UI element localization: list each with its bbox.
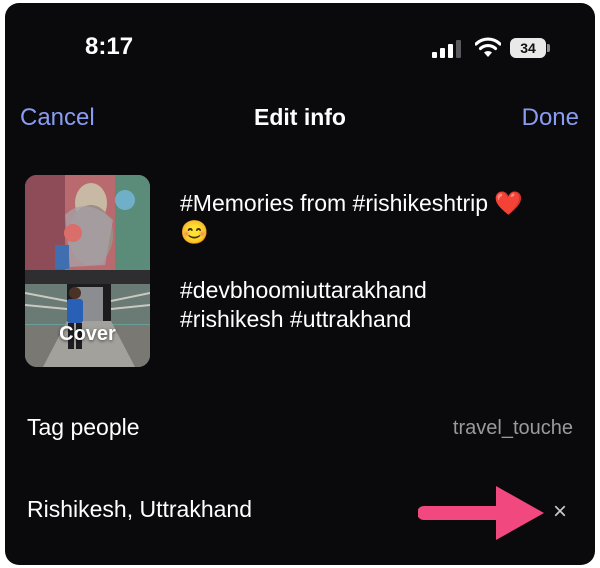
clear-location-icon[interactable]: × [553, 498, 567, 526]
battery-cap [547, 44, 550, 52]
caption-line-3: #rishikesh #uttrakhand [180, 306, 412, 332]
page-title: Edit info [254, 104, 346, 130]
battery-icon: 34 [510, 38, 546, 58]
phone-screen: 8:17 34 Cancel Edit info Done Cover #Mem… [5, 3, 595, 565]
cover-thumbnail[interactable]: Cover [25, 175, 150, 367]
wifi-icon [475, 37, 501, 57]
tag-people-value[interactable]: travel_touche [453, 417, 573, 440]
caption-line-1: #Memories from #rishikeshtrip ❤️ [180, 190, 524, 216]
screenshot-frame: 8:17 34 Cancel Edit info Done Cover #Mem… [0, 0, 600, 568]
tag-people-label[interactable]: Tag people [27, 414, 140, 441]
cellular-signal-icon [432, 38, 466, 58]
cover-label: Cover [59, 323, 116, 345]
smile-emoji-icon: 😊 [180, 219, 209, 245]
done-button[interactable]: Done [522, 104, 579, 132]
heart-emoji-icon: ❤️ [494, 190, 524, 216]
location-label[interactable]: Rishikesh, Uttrakhand [27, 496, 252, 523]
caption-text[interactable]: #Memories from #rishikeshtrip ❤️ 😊 #devb… [180, 189, 570, 334]
caption-line-2: #devbhoomiuttarakhand [180, 277, 427, 303]
status-time: 8:17 [85, 33, 134, 60]
right-arrow-icon [418, 486, 544, 540]
